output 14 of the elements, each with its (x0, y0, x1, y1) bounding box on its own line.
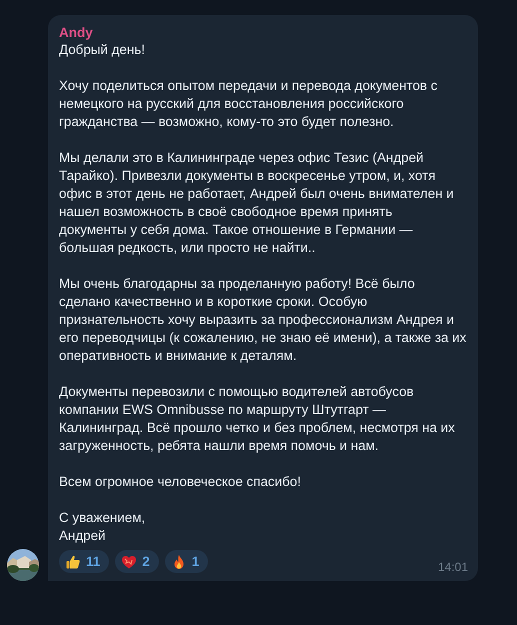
message-paragraph: Добрый день! (59, 41, 145, 59)
heart-icon (121, 554, 138, 570)
author-name: Andy (59, 24, 94, 41)
reaction-button[interactable]: 1 (164, 550, 208, 573)
reaction-button[interactable]: 2 (115, 550, 159, 573)
message-paragraph: Всем огромное человеческое спасибо! (59, 473, 301, 491)
thumbs-up-icon (65, 554, 81, 570)
reaction-button[interactable]: 11 (59, 550, 110, 573)
message-paragraph: С уважением, Андрей (59, 509, 146, 545)
message-paragraph: Документы перевозили с помощью водителей автобусов компании EWS Omnibusse по маршруту Штутгарт — Калининград. Всё прошло четко и без проблем, несмотря на их загруженность, ребята нашли время помочь и нам. (59, 383, 455, 455)
message-paragraph: Хочу поделиться опытом передачи и перевода документов с немецкого на русский для восстановления российского гражданства — возможно, кому-то это будет полезно. (59, 77, 438, 131)
message-paragraph: Мы делали это в Калининграде через офис Тезис (Андрей Тарайко). Привезли документы в воскресенье утром, и, хотя офис в этот день не работает, Андрей был очень внимателен и нашел возможность в своё свободное время принять документы у себя дома. Такое отношение в Германии — большая редкость, или просто не найти.. (59, 149, 454, 257)
message-time: 14:01 (438, 560, 468, 574)
message-paragraph: Мы очень благодарны за проделанную работу! Всё было сделано качественно и в короткие сроки. Особую признательность хочу выразить за профессионализм Андрея и его переводчицы (к сожалению, не знаю её имени), а также за их оперативность и внимание к деталям. (59, 275, 466, 365)
